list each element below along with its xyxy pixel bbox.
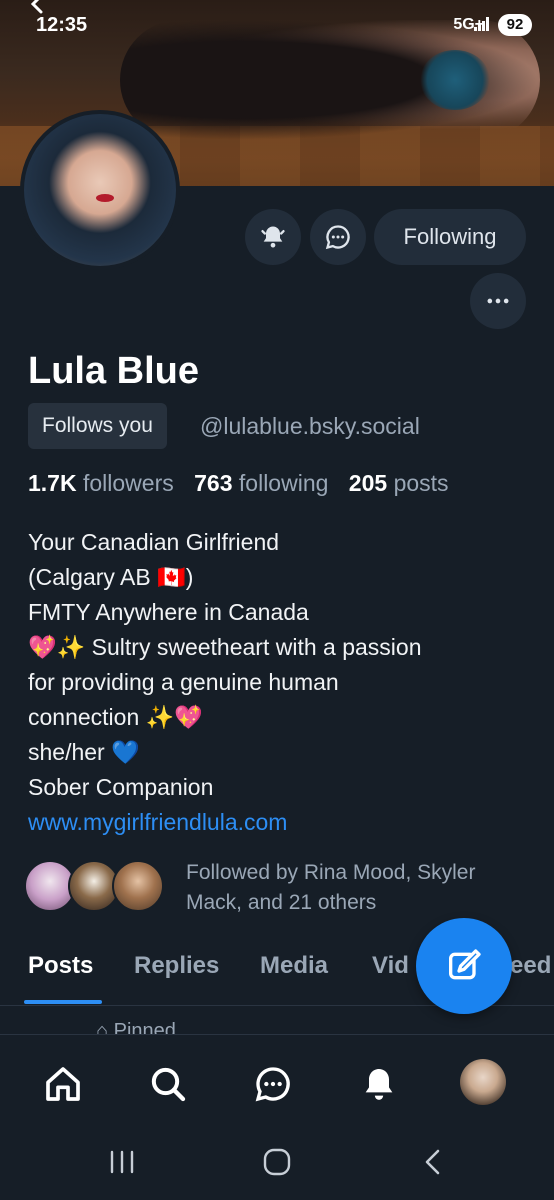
bio-line: FMTY Anywhere in Canada <box>28 599 309 625</box>
bio-line: Your Canadian Girlfriend <box>28 529 280 555</box>
bio-link[interactable]: www.mygirlfriendlula.com <box>28 805 538 840</box>
profile-avatar[interactable] <box>20 110 180 270</box>
compose-button[interactable] <box>416 918 512 1014</box>
nav-home[interactable] <box>40 1061 86 1107</box>
tab-media[interactable]: Media <box>260 952 328 980</box>
bottom-navigation <box>0 1034 554 1130</box>
compose-icon <box>449 949 481 980</box>
tab-replies[interactable]: Replies <box>134 952 219 980</box>
nav-profile-avatar[interactable] <box>460 1059 506 1105</box>
bio-line: connection ✨💖 <box>28 704 203 730</box>
following-count: 763 <box>194 470 233 496</box>
status-time: 12:35 <box>36 14 88 36</box>
bell-icon <box>261 226 285 248</box>
chat-bubble-icon <box>325 225 350 250</box>
following-button[interactable]: Following <box>374 209 526 265</box>
nav-search[interactable] <box>145 1061 191 1107</box>
posts-count: 205 <box>348 470 388 496</box>
tab-videos[interactable]: Vid <box>372 952 409 980</box>
search-icon <box>151 1067 186 1102</box>
posts-stat: 205 posts <box>349 470 449 496</box>
chat-icon <box>255 1067 290 1102</box>
active-tab-indicator <box>24 1000 102 1004</box>
bio-line: (Calgary AB 🇨🇦) <box>28 564 194 590</box>
profile-stats: 1.7K followers 763 following 205 posts <box>28 470 449 497</box>
following-label: following <box>238 470 329 496</box>
bell-icon <box>365 1069 393 1100</box>
bio-line: for providing a genuine human <box>28 669 339 695</box>
back-icon[interactable] <box>418 1146 450 1178</box>
signal-icon <box>474 17 492 31</box>
follower-avatar <box>112 860 164 912</box>
home-button-icon[interactable] <box>261 1146 293 1178</box>
followed-by-text: Followed by Rina Mood, Skyler Mack, and … <box>186 861 476 914</box>
following-stat[interactable]: 763 following <box>194 470 328 496</box>
system-navigation <box>0 1130 554 1200</box>
tab-posts[interactable]: Posts <box>28 952 93 980</box>
follows-you-badge: Follows you <box>28 403 167 449</box>
nav-chat[interactable] <box>250 1061 296 1107</box>
posts-label: posts <box>393 470 449 496</box>
avatar-detail <box>96 194 114 202</box>
bio-line: 💖✨ Sultry sweetheart with a passion <box>28 634 422 660</box>
profile-handle: @lulablue.bsky.social <box>200 413 420 439</box>
followed-by-row[interactable]: Followed by Rina Mood, Skyler Mack, and … <box>24 858 544 918</box>
message-button[interactable] <box>310 209 366 265</box>
followers-label: followers <box>82 470 174 496</box>
battery-indicator: 92 <box>498 14 532 36</box>
chevron-left-icon[interactable] <box>28 0 48 14</box>
bio-line: Sober Companion <box>28 774 214 800</box>
status-bar: 12:35 5G+ 92 <box>0 0 554 52</box>
profile-bio: Your Canadian Girlfriend (Calgary AB 🇨🇦)… <box>28 525 538 840</box>
home-icon <box>46 1067 80 1101</box>
notify-button[interactable] <box>245 209 301 265</box>
recent-apps-icon[interactable] <box>106 1146 138 1178</box>
profile-name: Lula Blue <box>28 350 200 392</box>
more-button[interactable] <box>470 273 526 329</box>
nav-notifications[interactable] <box>356 1061 402 1107</box>
tab-feeds[interactable]: eed <box>510 952 551 980</box>
banner-hair <box>420 50 490 110</box>
more-horizontal-icon <box>487 298 509 304</box>
followers-count: 1.7K <box>28 470 77 496</box>
bio-line: she/her 💙 <box>28 739 140 765</box>
followers-stat[interactable]: 1.7K followers <box>28 470 174 496</box>
